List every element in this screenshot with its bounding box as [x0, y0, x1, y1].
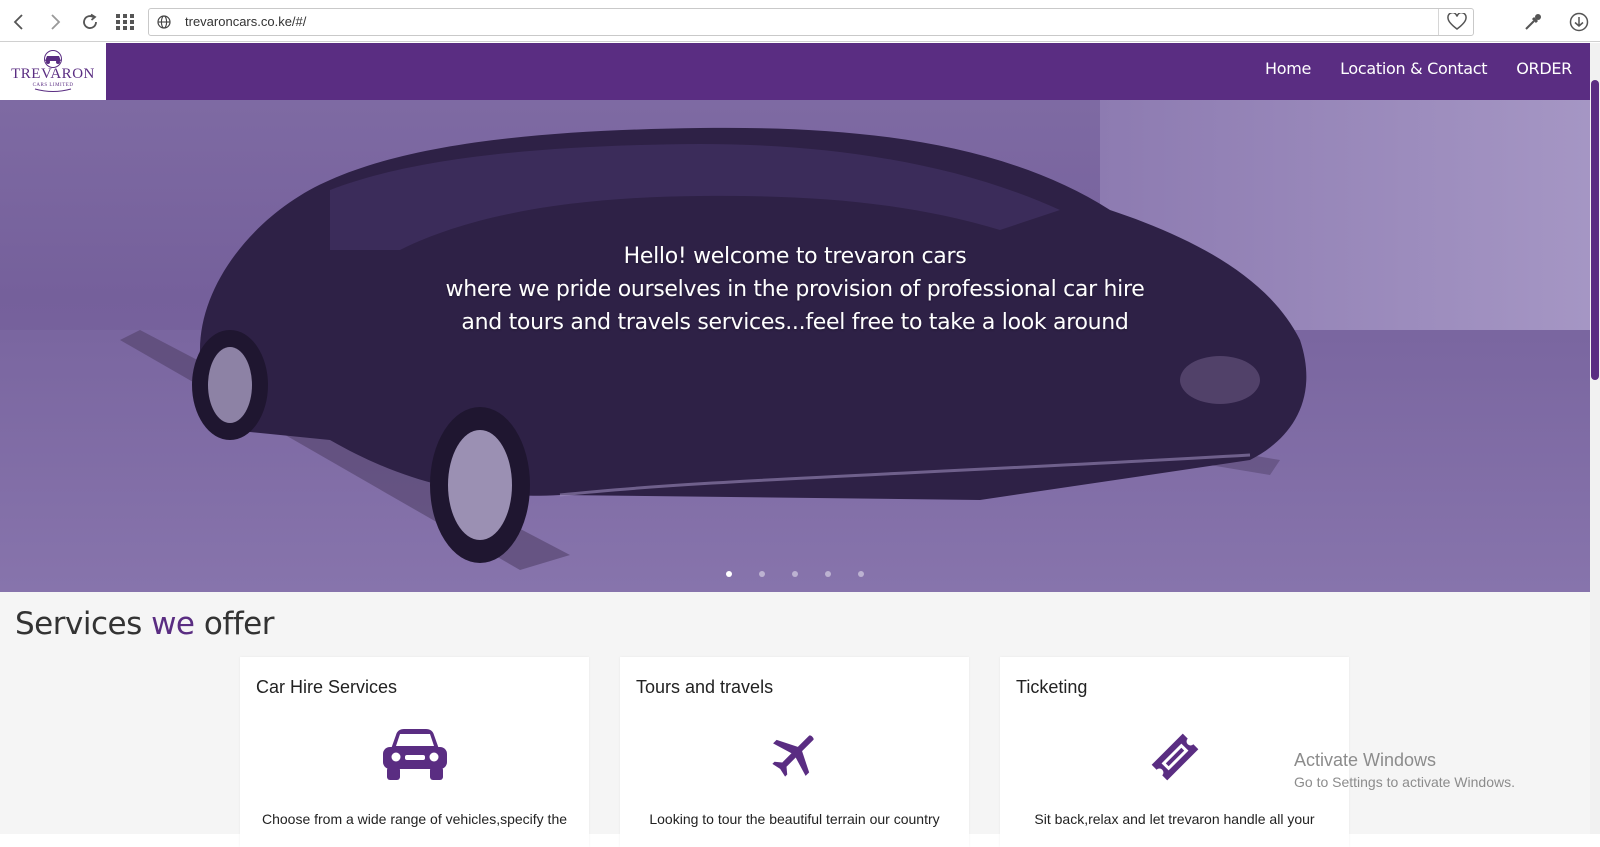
services-heading-accent: we [151, 606, 195, 642]
reload-button[interactable] [79, 11, 101, 33]
download-icon [1569, 12, 1589, 32]
watermark-subtitle: Go to Settings to activate Windows. [1294, 774, 1515, 790]
globe-icon [157, 15, 171, 29]
main-nav: Home Location & Contact ORDER [1265, 59, 1572, 78]
ticket-icon [1151, 733, 1198, 781]
services-heading: Services we offer [15, 606, 274, 642]
hero-caption-line-3: and tours and travels services...feel fr… [461, 310, 1129, 335]
hero-carousel[interactable]: Hello! welcome to trevaron cars where we… [0, 100, 1590, 592]
carousel-dot-4[interactable] [825, 571, 832, 577]
plane-icon [771, 735, 814, 777]
services-heading-part1: Services [15, 606, 152, 642]
eyedropper-icon [1525, 14, 1541, 30]
carousel-dot-3[interactable] [792, 571, 798, 577]
download-button[interactable] [1568, 11, 1590, 33]
nav-location-contact[interactable]: Location & Contact [1340, 59, 1487, 78]
services-section: Services we offer Car Hire Services Choo… [0, 592, 1590, 847]
logo-text: TREVARON [11, 66, 95, 82]
service-card-title: Tours and travels [636, 677, 774, 697]
service-icon-wrapper [240, 729, 589, 785]
service-card-tours[interactable]: Tours and travels Looking to tour the be… [620, 657, 969, 847]
windows-activation-watermark: Activate Windows Go to Settings to activ… [1294, 750, 1515, 790]
forward-arrow-icon [51, 14, 61, 30]
service-card-title: Car Hire Services [256, 677, 398, 697]
back-arrow-icon [13, 14, 23, 30]
carousel-dot-5[interactable] [858, 571, 865, 577]
address-bar[interactable]: trevaroncars.co.ke/#/ [148, 8, 1474, 36]
forward-button[interactable] [44, 11, 66, 33]
address-divider [1438, 9, 1439, 35]
service-card-title: Ticketing [1016, 677, 1088, 697]
carousel-dot-2[interactable] [758, 571, 765, 577]
services-heading-part2: offer [194, 606, 275, 642]
car-icon [382, 729, 447, 780]
service-icon-wrapper [620, 729, 969, 783]
carousel-dot-1[interactable] [725, 571, 732, 577]
service-card-description: Choose from a wide range of vehicles,spe… [261, 811, 568, 827]
hero-caption: Hello! welcome to trevaron cars where we… [0, 240, 1590, 339]
url-text[interactable]: trevaroncars.co.ke/#/ [185, 14, 306, 29]
service-card-description: Sit back,relax and let trevaron handle a… [1034, 811, 1315, 827]
service-card-description: Looking to tour the beautiful terrain ou… [649, 811, 940, 827]
carousel-indicators [0, 562, 1590, 581]
reload-icon [83, 13, 97, 29]
browser-toolbar: trevaroncars.co.ke/#/ [0, 0, 1600, 42]
hero-caption-line-1: Hello! welcome to trevaron cars [623, 244, 967, 269]
speed-dial-button[interactable] [114, 11, 136, 33]
hero-car-image [120, 127, 1307, 570]
logo-swoosh-icon [34, 88, 72, 92]
service-card-car-hire[interactable]: Car Hire Services Choose from a wide ran… [240, 657, 589, 847]
scrollbar-thumb[interactable] [1591, 80, 1599, 380]
watermark-title: Activate Windows [1294, 750, 1437, 770]
logo[interactable]: TREVARON CARS LIMITED [0, 43, 106, 100]
grid-icon [116, 14, 134, 30]
back-button[interactable] [8, 11, 30, 33]
eyedropper-button[interactable] [1522, 11, 1544, 33]
nav-order[interactable]: ORDER [1516, 59, 1572, 78]
heart-icon[interactable] [1447, 13, 1467, 31]
hero-caption-line-2: where we pride ourselves in the provisio… [445, 277, 1145, 302]
site-header: TREVARON CARS LIMITED Home Location & Co… [0, 43, 1590, 100]
nav-home[interactable]: Home [1265, 59, 1311, 78]
